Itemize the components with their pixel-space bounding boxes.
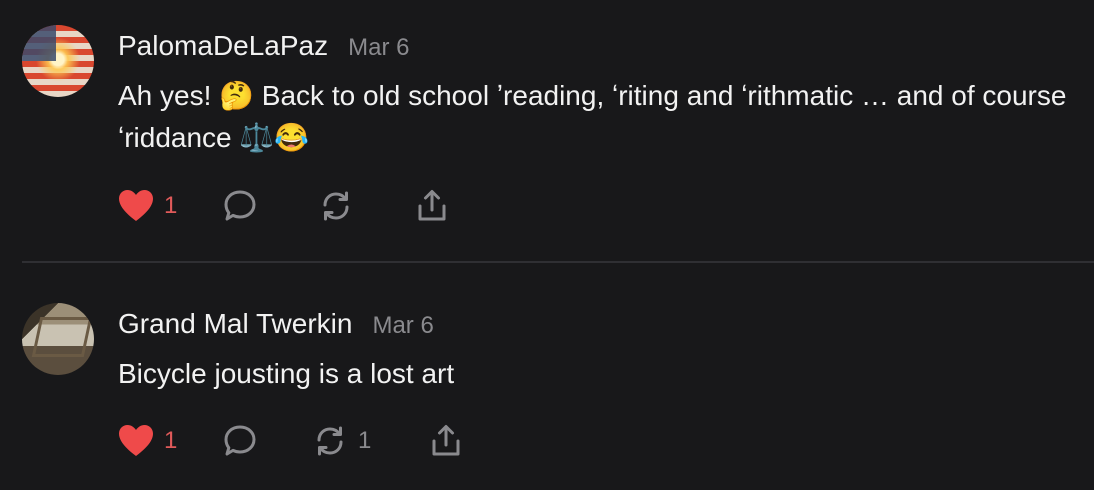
speech-bubble-icon	[224, 425, 256, 456]
post-meta: PalomaDeLaPaz Mar 6	[118, 30, 409, 62]
share-icon	[418, 190, 446, 221]
post-date[interactable]: Mar 6	[348, 34, 409, 62]
reply-button[interactable]	[222, 186, 318, 226]
post-text: Ah yes! 🤔 Back to old school ʼreading, ʻ…	[118, 80, 1067, 153]
share-button[interactable]	[414, 186, 454, 226]
like-button[interactable]: 1	[118, 186, 222, 226]
repost-count: 1	[358, 427, 372, 454]
action-bar: 1	[118, 186, 454, 226]
post-meta: Grand Mal Twerkin Mar 6	[118, 308, 434, 340]
username[interactable]: PalomaDeLaPaz	[118, 30, 328, 62]
share-button[interactable]	[428, 421, 468, 461]
speech-bubble-icon	[224, 190, 256, 221]
reply-button[interactable]	[222, 421, 312, 461]
repost-button[interactable]	[318, 186, 414, 226]
post-date[interactable]: Mar 6	[372, 312, 433, 340]
avatar[interactable]	[22, 303, 94, 375]
repost-icon	[323, 191, 349, 221]
like-count: 1	[164, 192, 178, 219]
post-1: PalomaDeLaPaz Mar 6 Ah yes! 🤔 Back to ol…	[0, 0, 1094, 262]
post-text: Bicycle jousting is a lost art	[118, 358, 455, 389]
share-icon	[432, 425, 460, 456]
heart-icon	[119, 425, 153, 456]
username[interactable]: Grand Mal Twerkin	[118, 308, 352, 340]
repost-icon	[317, 426, 343, 456]
like-button[interactable]: 1	[118, 421, 222, 461]
avatar[interactable]	[22, 25, 94, 97]
heart-icon	[119, 190, 153, 221]
action-bar: 1 1	[118, 421, 468, 461]
repost-button[interactable]: 1	[312, 421, 428, 461]
post-2: Grand Mal Twerkin Mar 6 Bicycle jousting…	[0, 263, 1094, 490]
like-count: 1	[164, 427, 178, 454]
